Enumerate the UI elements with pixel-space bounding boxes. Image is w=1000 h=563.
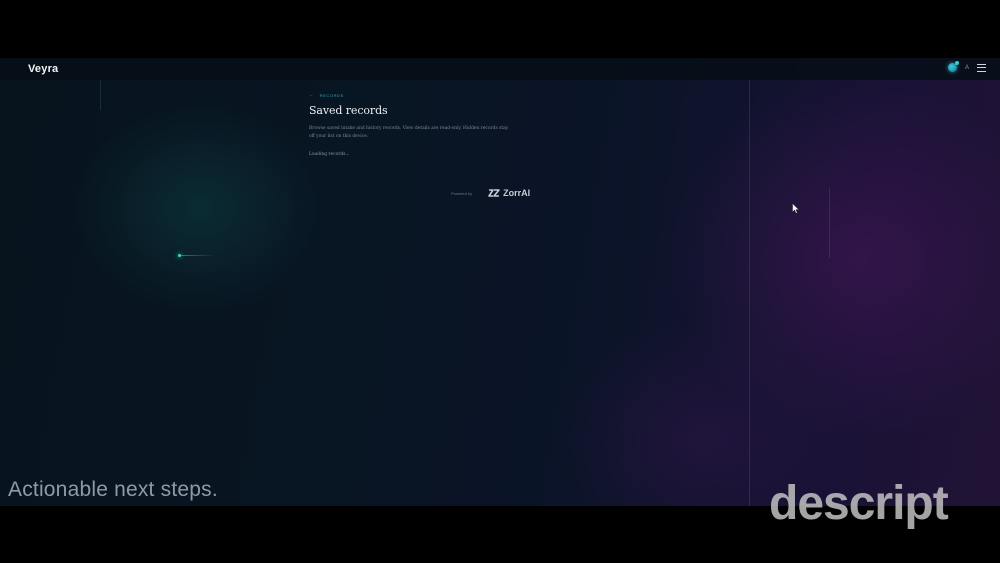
back-arrow-icon: ← xyxy=(309,92,315,98)
app-viewport: Veyra A ← RECORDS Saved records Browse s… xyxy=(0,58,1000,506)
language-toggle[interactable]: A xyxy=(965,65,969,71)
avatar-icon[interactable] xyxy=(947,61,959,72)
descript-watermark: descript xyxy=(769,477,949,530)
menu-icon[interactable] xyxy=(977,63,986,72)
cursor-icon xyxy=(792,203,800,214)
decor-line xyxy=(829,188,830,258)
records-panel: ← RECORDS Saved records Browse saved int… xyxy=(309,92,549,157)
powered-by-label: Powered by xyxy=(451,190,473,196)
glow-trail xyxy=(181,255,215,256)
brand-logo[interactable]: Veyra xyxy=(28,63,58,75)
letterbox-top xyxy=(0,0,1000,58)
top-navbar: Veyra A xyxy=(0,58,1000,80)
decor-line xyxy=(100,80,101,110)
zorrai-logo-icon xyxy=(488,189,500,197)
video-caption: Actionable next steps. xyxy=(8,478,218,501)
page-title: Saved records xyxy=(309,104,388,117)
back-link-label: RECORDS xyxy=(319,92,344,98)
decor-line xyxy=(749,80,750,506)
navbar-actions: A xyxy=(947,61,986,72)
video-frame: Veyra A ← RECORDS Saved records Browse s… xyxy=(0,0,1000,563)
loading-status: Loading records... xyxy=(309,152,350,157)
powered-by: Powered by ZorrAI xyxy=(451,188,530,198)
page-description: Browse saved intake and history records.… xyxy=(309,126,509,139)
provider-logo[interactable]: ZorrAI xyxy=(488,188,530,198)
provider-name: ZorrAI xyxy=(503,188,531,198)
back-link[interactable]: ← RECORDS xyxy=(309,92,549,98)
